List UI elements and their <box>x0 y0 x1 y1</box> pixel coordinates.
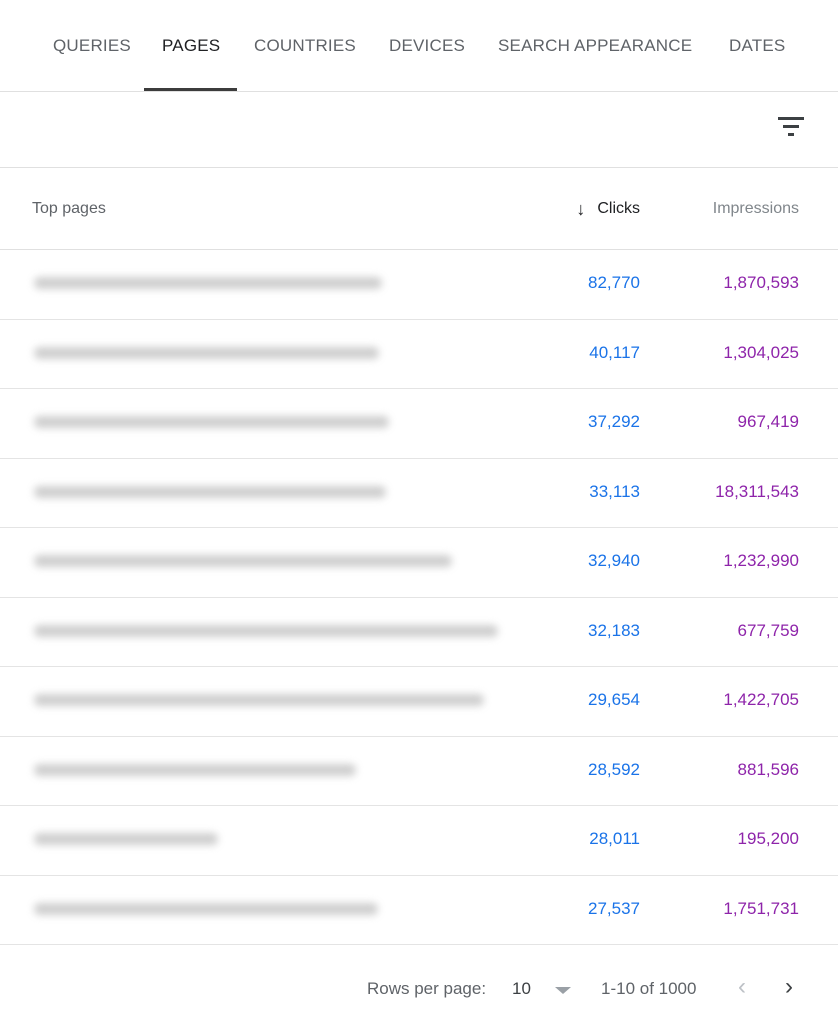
clicks-value: 32,183 <box>588 620 640 640</box>
page-url-blurred[interactable] <box>34 346 379 359</box>
clicks-value: 33,113 <box>589 481 640 501</box>
page-url-blurred[interactable] <box>34 624 498 637</box>
page-url-blurred[interactable] <box>34 763 356 776</box>
impressions-value: 1,751,731 <box>723 898 799 918</box>
impressions-value: 1,870,593 <box>723 273 799 292</box>
table-header: Top pages ↓ Clicks Impressions <box>0 168 838 250</box>
pagination-bar: Rows per page: 10 1-10 of 1000 ‹ › <box>0 945 838 1025</box>
chevron-right-icon[interactable]: › <box>785 973 793 1001</box>
chevron-left-icon[interactable]: ‹ <box>738 973 746 1001</box>
clicks-value: 32,940 <box>588 551 640 570</box>
rows-per-page-select[interactable]: 10 <box>512 979 531 999</box>
impressions-value: 967,419 <box>737 412 799 431</box>
table-row[interactable]: 37,292 967,419 <box>0 389 838 459</box>
page-url-blurred[interactable] <box>34 902 378 915</box>
impressions-value: 1,232,990 <box>723 551 799 570</box>
page-url-blurred[interactable] <box>34 833 218 845</box>
impressions-value: 18,311,543 <box>715 481 799 501</box>
filter-list-icon[interactable] <box>777 115 805 139</box>
tab-dates[interactable]: DATES <box>729 36 785 56</box>
impressions-value: 195,200 <box>737 829 799 848</box>
active-tab-indicator <box>144 88 237 91</box>
page-url-blurred[interactable] <box>34 277 382 289</box>
table-toolbar <box>0 92 838 168</box>
table-row[interactable]: 28,592 881,596 <box>0 737 838 806</box>
table-row[interactable]: 32,940 1,232,990 <box>0 528 838 598</box>
column-header-impressions[interactable]: Impressions <box>713 200 799 218</box>
table-row[interactable]: 33,113 18,311,543 <box>0 459 838 528</box>
clicks-value: 29,654 <box>588 690 640 709</box>
tab-queries[interactable]: QUERIES <box>53 36 131 56</box>
clicks-value: 82,770 <box>588 273 640 292</box>
tab-devices[interactable]: DEVICES <box>389 36 465 56</box>
table-body: 82,770 1,870,593 40,117 1,304,025 37,292 96… <box>0 250 838 945</box>
rows-per-page-label: Rows per page: <box>367 979 487 998</box>
page-url-blurred[interactable] <box>34 485 386 498</box>
clicks-value: 40,117 <box>589 342 640 362</box>
table-row[interactable]: 32,183 677,759 <box>0 598 838 667</box>
impressions-value: 881,596 <box>737 759 799 779</box>
impressions-value: 1,422,705 <box>723 690 799 709</box>
table-row[interactable]: 28,011 195,200 <box>0 806 838 876</box>
page-url-blurred[interactable] <box>34 694 484 706</box>
clicks-value: 27,537 <box>588 898 640 918</box>
table-row[interactable]: 27,537 1,751,731 <box>0 876 838 945</box>
page-url-blurred[interactable] <box>34 416 389 428</box>
column-header-top-pages[interactable]: Top pages <box>32 200 106 218</box>
tab-bar: QUERIES PAGES COUNTRIES DEVICES SEARCH A… <box>0 0 838 92</box>
clicks-value: 28,592 <box>588 759 640 779</box>
column-header-clicks[interactable]: ↓ Clicks <box>576 200 640 218</box>
tab-pages[interactable]: PAGES <box>162 36 220 56</box>
tab-countries[interactable]: COUNTRIES <box>254 36 356 56</box>
table-row[interactable]: 29,654 1,422,705 <box>0 667 838 737</box>
table-row[interactable]: 82,770 1,870,593 <box>0 250 838 320</box>
arrow-down-icon: ↓ <box>576 199 586 219</box>
dropdown-caret-icon[interactable] <box>555 987 571 994</box>
table-row[interactable]: 40,117 1,304,025 <box>0 320 838 389</box>
impressions-value: 677,759 <box>737 620 799 640</box>
tab-search-appearance[interactable]: SEARCH APPEARANCE <box>498 36 692 56</box>
pagination-range: 1-10 of 1000 <box>601 979 697 998</box>
impressions-value: 1,304,025 <box>723 342 799 362</box>
page-url-blurred[interactable] <box>34 555 452 567</box>
clicks-value: 37,292 <box>588 412 640 431</box>
column-header-clicks-label: Clicks <box>597 200 640 217</box>
clicks-value: 28,011 <box>589 829 640 848</box>
